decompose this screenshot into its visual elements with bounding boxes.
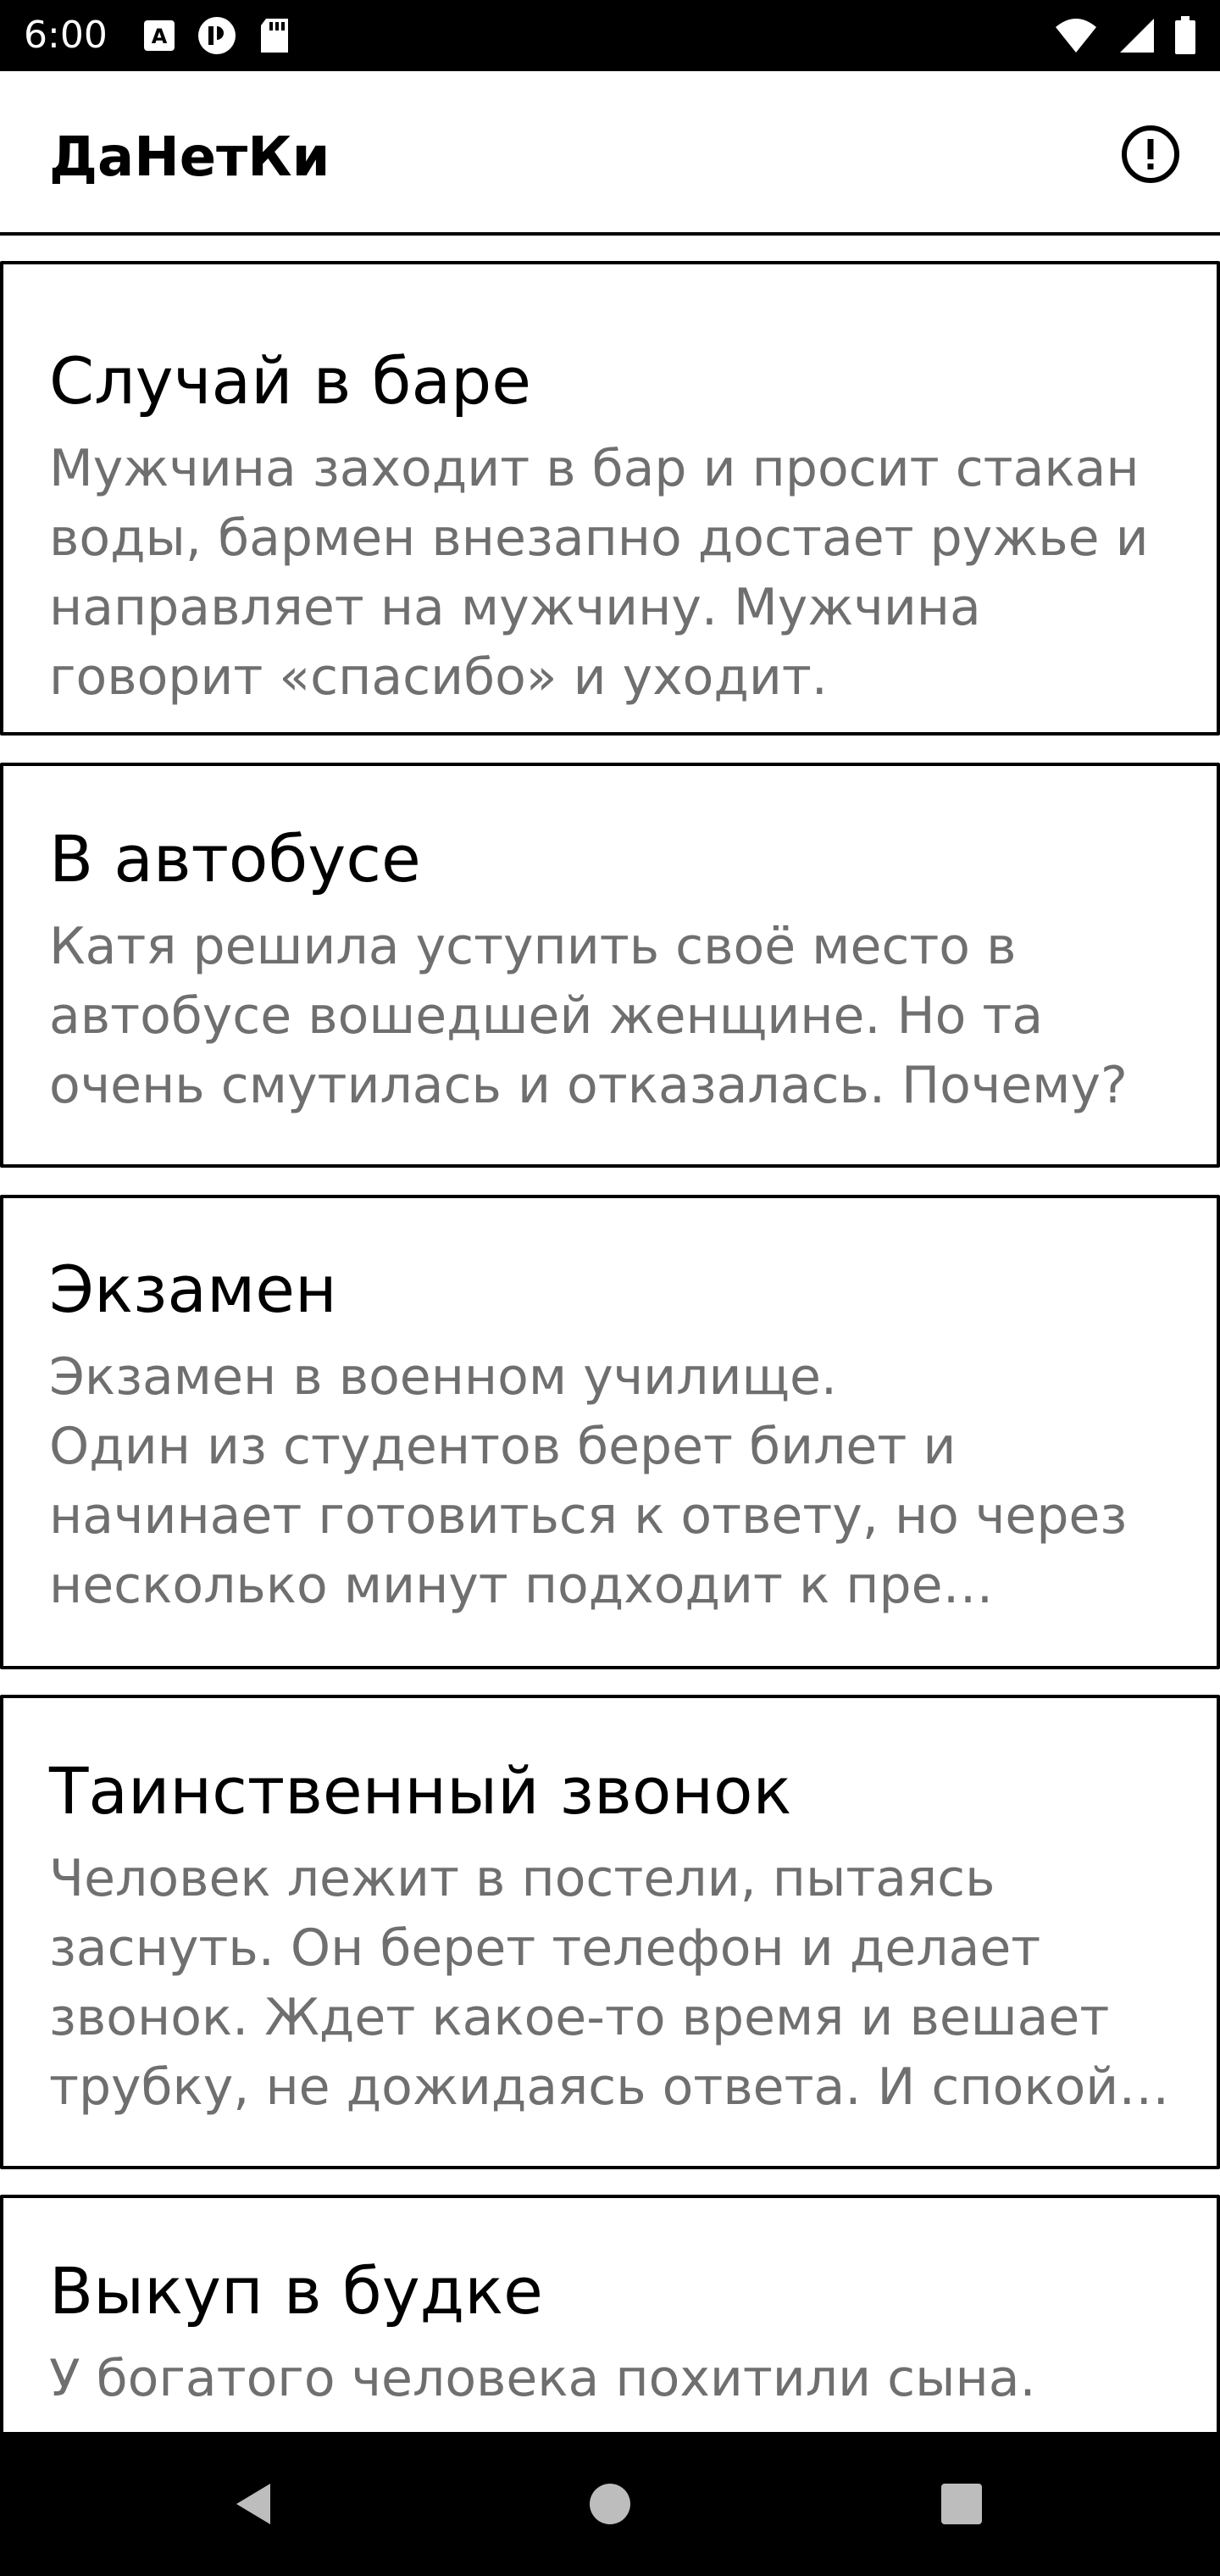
- riddle-title: Выкуп в будке: [49, 2253, 543, 2329]
- battery-icon: [1175, 16, 1195, 54]
- riddle-description: Экзамен в военном училище. Один из студе…: [49, 1347, 1128, 1615]
- riddle-list[interactable]: Случай в баре Мужчина заходит в бар и пр…: [0, 236, 1220, 2432]
- sync-icon: [198, 17, 236, 54]
- status-bar: 6:00 A: [0, 0, 1220, 71]
- cell-signal-icon: [1120, 19, 1154, 53]
- back-triangle-icon: [236, 2484, 270, 2524]
- recents-button[interactable]: [923, 2466, 1000, 2542]
- riddle-card[interactable]: Выкуп в будке У богатого человека похити…: [0, 2195, 1220, 2432]
- alert-circle-icon: [1122, 125, 1179, 183]
- riddle-card[interactable]: Случай в баре Мужчина заходит в бар и пр…: [0, 261, 1220, 736]
- navigation-bar: [0, 2432, 1220, 2576]
- sd-card-icon: [261, 19, 288, 53]
- back-button[interactable]: [217, 2466, 293, 2542]
- riddle-description: Мужчина заходит в бар и просит стакан во…: [49, 439, 1149, 707]
- riddle-card[interactable]: Экзамен Экзамен в военном училище. Один …: [0, 1195, 1220, 1669]
- svg-text:A: A: [152, 25, 168, 48]
- recents-square-icon: [941, 2484, 982, 2524]
- riddle-title: Экзамен: [49, 1252, 337, 1327]
- riddle-description: Человек лежит в постели, пытаясь заснуть…: [49, 1849, 1170, 2117]
- info-button[interactable]: [1120, 124, 1181, 185]
- riddle-title: В автобусе: [49, 821, 421, 897]
- riddle-card[interactable]: Таинственный звонок Человек лежит в пост…: [0, 1695, 1220, 2169]
- riddle-card[interactable]: В автобусе Катя решила уступить своё мес…: [0, 763, 1220, 1168]
- status-time: 6:00: [24, 14, 108, 57]
- wifi-icon: [1056, 19, 1096, 53]
- app-bar: ДаНетКи: [0, 71, 1220, 236]
- app-title: ДаНетКи: [49, 126, 330, 189]
- home-circle-icon: [590, 2484, 630, 2524]
- riddle-title: Таинственный звонок: [49, 1753, 792, 1829]
- a-badge-icon: A: [144, 20, 175, 51]
- riddle-description: У богатого человека похитили сына.: [49, 2349, 1036, 2408]
- home-button[interactable]: [572, 2466, 648, 2542]
- riddle-description: Катя решила уступить своё место в автобу…: [49, 917, 1128, 1115]
- riddle-title: Случай в баре: [49, 343, 532, 419]
